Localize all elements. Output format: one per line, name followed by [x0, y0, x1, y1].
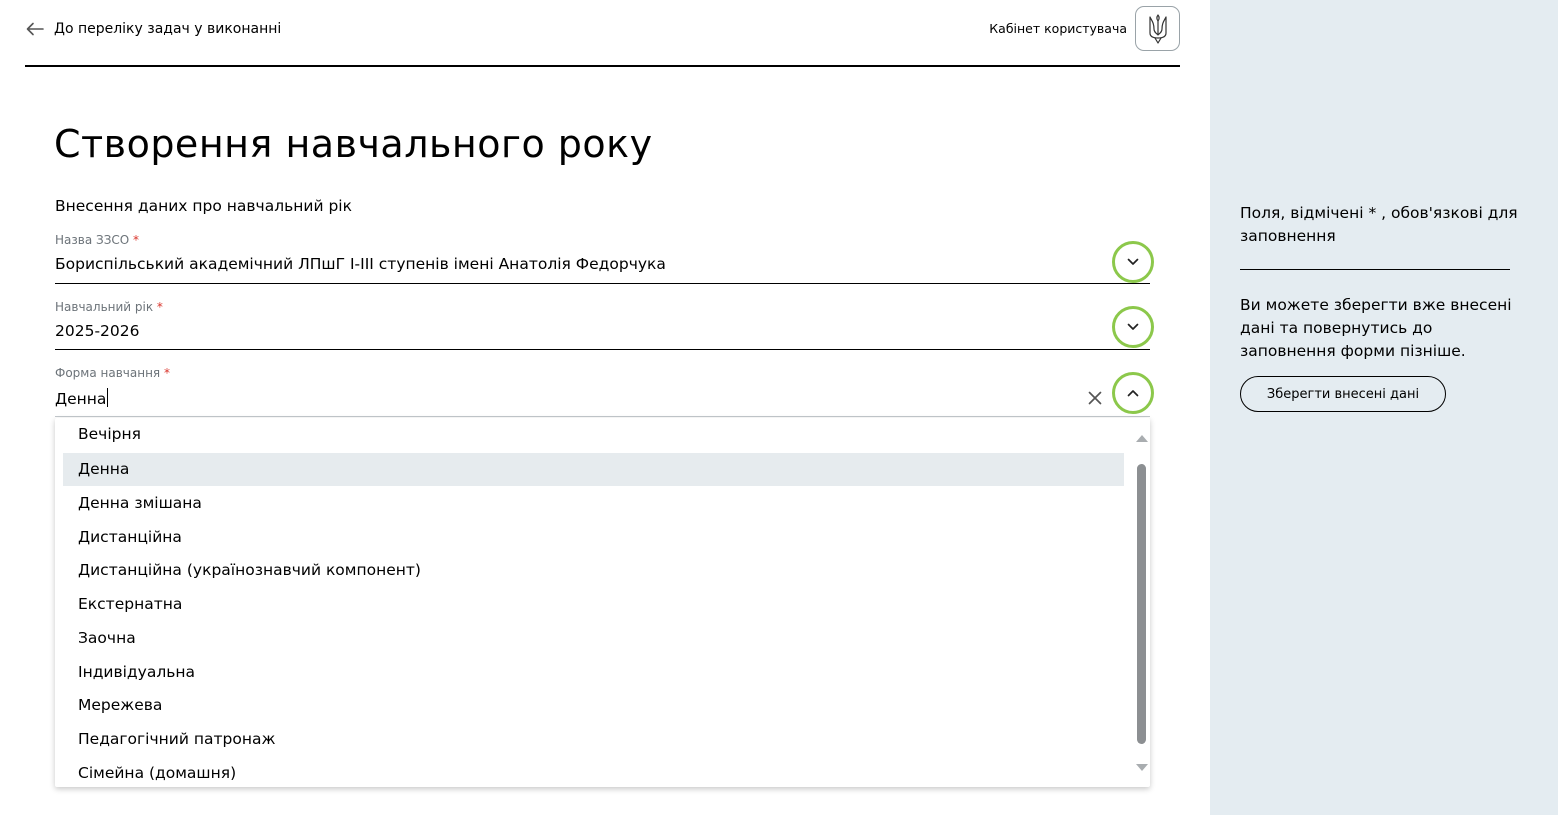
option-item-selected[interactable]: Денна	[63, 453, 1124, 486]
year-field-value[interactable]: 2025-2026	[55, 322, 1150, 340]
text-cursor	[107, 388, 109, 407]
user-cabinet[interactable]: Кабінет користувача	[989, 6, 1180, 51]
option-item[interactable]: Сімейна (домашня)	[63, 757, 1124, 787]
side-divider	[1240, 269, 1510, 270]
school-dropdown-toggle[interactable]	[1112, 241, 1154, 283]
year-dropdown-toggle[interactable]	[1112, 306, 1154, 348]
school-field-underline	[55, 283, 1150, 284]
save-draft-info: Ви можете зберегти вже внесені дані та п…	[1240, 296, 1512, 360]
back-to-tasks-link[interactable]: До переліку задач у виконанні	[26, 18, 281, 40]
year-field-underline	[55, 349, 1150, 350]
chevron-up-icon	[1127, 390, 1139, 397]
study-form-dropdown-toggle[interactable]	[1112, 372, 1154, 414]
option-item[interactable]: Дистанційна	[63, 521, 1124, 554]
study-form-field-underline	[55, 416, 1150, 417]
school-field-value[interactable]: Бориспільський академічний ЛПшГ І-ІІІ ст…	[55, 255, 1150, 273]
options-scrollbar[interactable]	[1132, 418, 1150, 787]
back-link-label: До переліку задач у виконанні	[54, 21, 282, 37]
side-panel: Поля, відмічені * , обов'язкові для запо…	[1210, 0, 1558, 815]
chevron-down-icon	[1127, 323, 1139, 330]
option-item[interactable]: Індивідуальна	[63, 656, 1124, 689]
option-item[interactable]: Педагогічний патронаж	[63, 723, 1124, 756]
scroll-down-arrow-icon[interactable]	[1136, 764, 1148, 771]
school-field[interactable]: Назва ЗЗСО * Бориспільський академічний …	[55, 233, 1150, 284]
option-item[interactable]: Заочна	[63, 622, 1124, 655]
study-form-field[interactable]: Форма навчання * Денна	[55, 366, 1150, 417]
form-main: До переліку задач у виконанні Кабінет ко…	[0, 0, 1210, 815]
user-cabinet-button[interactable]	[1135, 6, 1180, 51]
clear-selection-button[interactable]	[1084, 387, 1106, 409]
option-item[interactable]: Денна змішана	[63, 487, 1124, 520]
chevron-down-icon	[1127, 258, 1139, 265]
close-icon	[1088, 391, 1102, 405]
study-form-field-label: Форма навчання *	[55, 366, 170, 380]
section-subtitle: Внесення даних про навчальний рік	[55, 197, 352, 215]
required-fields-note: Поля, відмічені * , обов'язкові для запо…	[1240, 204, 1518, 245]
option-item[interactable]: Вечірня	[63, 418, 1124, 451]
scrollbar-thumb[interactable]	[1137, 464, 1146, 744]
save-draft-button[interactable]: Зберегти внесені дані	[1240, 376, 1446, 412]
study-form-input[interactable]: Денна	[55, 388, 1150, 408]
year-field[interactable]: Навчальний рік * 2025-2026	[55, 300, 1150, 350]
trident-icon	[1148, 13, 1167, 44]
school-field-label: Назва ЗЗСО *	[55, 233, 140, 247]
page-title: Створення навчального року	[54, 122, 653, 166]
required-asterisk: *	[156, 300, 163, 314]
option-item[interactable]: Дистанційна (українознавчий компонент)	[63, 554, 1124, 587]
arrow-left-icon	[26, 22, 44, 36]
year-field-label: Навчальний рік *	[55, 300, 163, 314]
option-item[interactable]: Екстернатна	[63, 588, 1124, 621]
required-asterisk: *	[133, 233, 140, 247]
header-divider	[25, 65, 1180, 67]
scroll-up-arrow-icon[interactable]	[1136, 435, 1148, 442]
option-item[interactable]: Мережева	[63, 689, 1124, 722]
user-cabinet-label[interactable]: Кабінет користувача	[989, 21, 1127, 36]
required-asterisk: *	[163, 366, 170, 380]
study-form-options-list[interactable]: Вечірня Денна Денна змішана Дистанційна …	[55, 418, 1150, 787]
